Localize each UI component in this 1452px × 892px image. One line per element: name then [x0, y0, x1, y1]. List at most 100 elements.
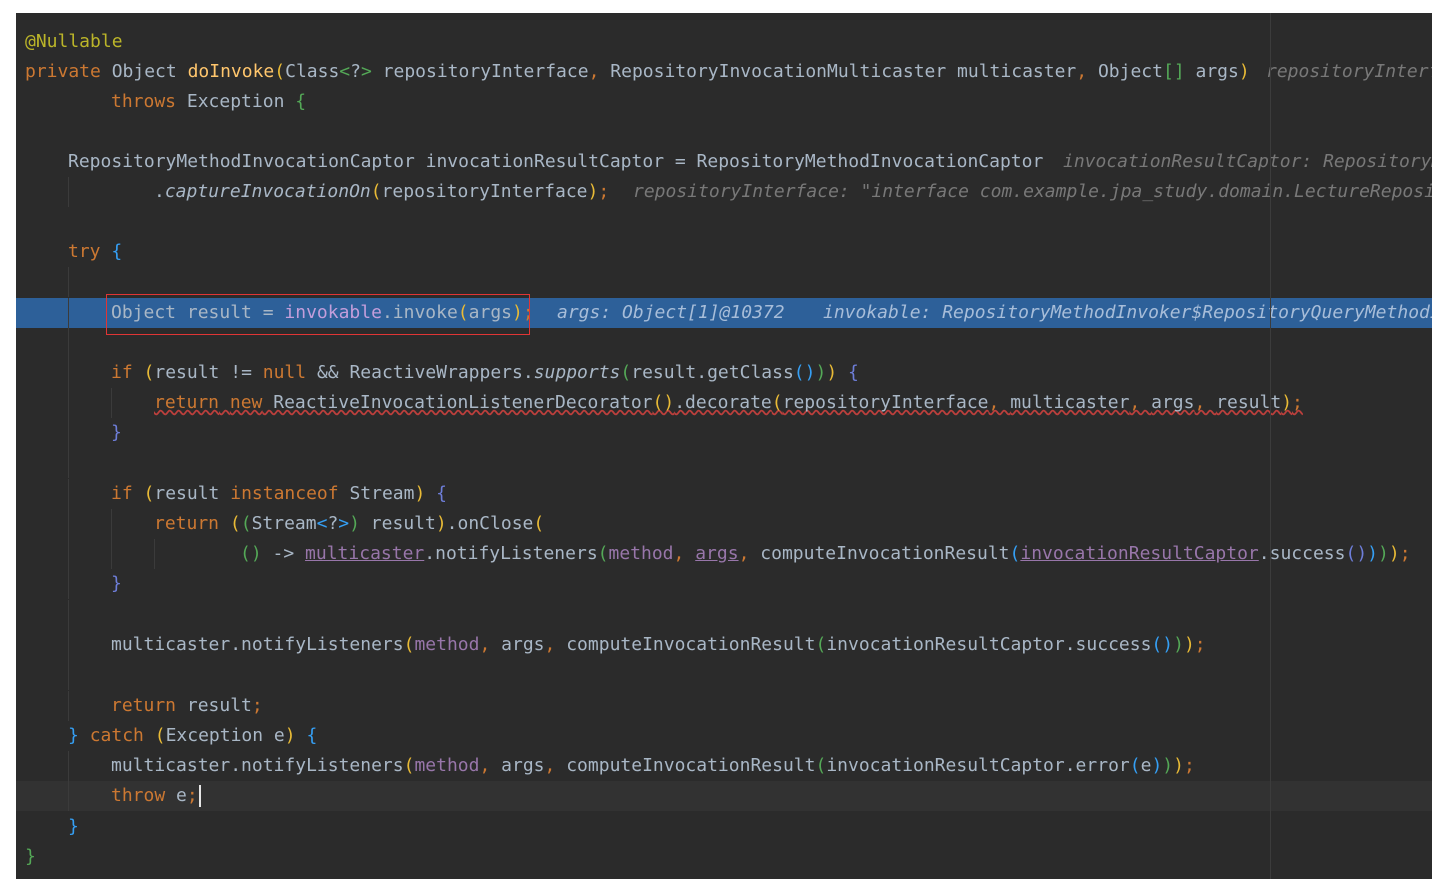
code-line — [16, 660, 1432, 690]
field-method: method — [414, 755, 480, 776]
variable: result — [176, 695, 252, 716]
code-line: () -> multicaster.notifyListeners(method… — [16, 539, 1432, 569]
method-call: computeInvocationResult — [566, 755, 816, 776]
inline-debug-hint: repositoryInterface: "interface com.exam… — [633, 181, 1432, 202]
bracket: ( — [1129, 755, 1141, 776]
indent-guide — [111, 388, 112, 418]
comma: , — [1129, 392, 1152, 413]
indent-guide — [111, 509, 112, 539]
code-line: } — [16, 812, 1432, 842]
method-call: multicaster.notifyListeners — [111, 755, 404, 776]
bracket: < — [316, 513, 328, 534]
indent-guide — [68, 751, 69, 781]
keyword-throws: throws — [111, 91, 177, 112]
param-name: repositoryInterface — [371, 61, 589, 82]
bracket: ( — [771, 392, 783, 413]
indent-guide — [68, 600, 69, 630]
argument: e — [1140, 755, 1152, 776]
bracket: < — [339, 61, 351, 82]
bracket: ( — [403, 755, 415, 776]
semicolon: ; — [1194, 634, 1206, 655]
method-call: result.getClass — [631, 362, 794, 383]
lambda-arrow: -> — [261, 543, 306, 564]
keyword-try: try — [68, 241, 101, 262]
code-line: return new ReactiveInvocationListenerDec… — [16, 388, 1432, 418]
keyword-if: if — [111, 483, 133, 504]
method-call: computeInvocationResult — [566, 634, 816, 655]
method-name: doInvoke — [187, 61, 275, 82]
comma: , — [588, 61, 611, 82]
param-type: Object — [1097, 61, 1163, 82]
semicolon: ; — [186, 785, 198, 806]
method-call: multicaster.notifyListeners — [111, 634, 404, 655]
indent-guide — [68, 630, 69, 660]
method-call: .notifyListeners — [424, 543, 598, 564]
inline-debug-hint: invocationResultCaptor: RepositoryMethod… — [1063, 151, 1432, 172]
comma: , — [988, 392, 1011, 413]
bracket: ) — [349, 513, 360, 534]
bracket: > — [338, 513, 350, 534]
bracket: ( — [370, 181, 382, 202]
code-line: try { — [16, 237, 1432, 267]
indent-guide — [68, 660, 69, 690]
code-line: if (result != null && ReactiveWrappers.s… — [16, 358, 1432, 388]
method-call: .success — [1258, 543, 1346, 564]
bracket: ( — [1009, 543, 1021, 564]
keyword-return: return — [154, 513, 220, 534]
annotation: @Nullable — [25, 31, 123, 52]
indent-guide — [68, 448, 69, 478]
code-line: multicaster.notifyListeners(method, args… — [16, 751, 1432, 781]
indent-guide — [68, 267, 69, 297]
bracket: ) — [1173, 634, 1184, 655]
code-editor[interactable]: @Nullable private Object doInvoke(Class<… — [16, 13, 1432, 879]
code-line — [16, 448, 1432, 478]
brace: } — [25, 846, 36, 867]
keyword-catch: catch — [89, 725, 144, 746]
code-line — [16, 600, 1432, 630]
expression: && ReactiveWrappers. — [306, 362, 534, 383]
field-method: method — [414, 634, 480, 655]
bracket: ( — [274, 61, 286, 82]
current-line[interactable]: throw e; — [16, 781, 1432, 811]
comma: , — [1194, 392, 1217, 413]
static-call: supports — [533, 362, 621, 383]
bracket: ) — [1367, 543, 1379, 564]
brace: } — [111, 573, 122, 594]
brace: } — [111, 422, 122, 443]
code-line: if (result instanceof Stream) { — [16, 479, 1432, 509]
semicolon: ; — [1183, 755, 1195, 776]
indent-guide — [68, 539, 69, 569]
comma: , — [1076, 61, 1098, 82]
variable: result — [359, 513, 436, 534]
bracket: ) — [284, 725, 296, 746]
semicolon: ; — [1399, 543, 1411, 564]
argument: multicaster — [1010, 392, 1130, 413]
bracket: ( — [815, 755, 827, 776]
bracket: ) — [815, 362, 827, 383]
brace: } — [68, 816, 79, 837]
bracket: () — [793, 362, 816, 383]
brace: { — [306, 725, 318, 746]
comma: , — [738, 543, 761, 564]
method-call: computeInvocationResult — [760, 543, 1010, 564]
statement: RepositoryMethodInvocationCaptor invocat… — [68, 151, 1044, 172]
comma: , — [544, 755, 567, 776]
bracket: ) — [826, 362, 838, 383]
code-line: RepositoryMethodInvocationCaptor invocat… — [16, 147, 1432, 177]
bracket: ) — [414, 483, 426, 504]
bracket: () — [1151, 634, 1174, 655]
brace: } — [68, 725, 79, 746]
highlight-box — [106, 294, 530, 335]
right-margin-guide — [1270, 13, 1271, 879]
bracket: ( — [815, 634, 827, 655]
field-method: method — [608, 543, 674, 564]
keyword-instanceof: instanceof — [230, 483, 339, 504]
exception-type: Exception — [176, 91, 296, 112]
bracket: ) — [1378, 543, 1389, 564]
bracket: ) — [1162, 755, 1174, 776]
comma: , — [479, 755, 502, 776]
